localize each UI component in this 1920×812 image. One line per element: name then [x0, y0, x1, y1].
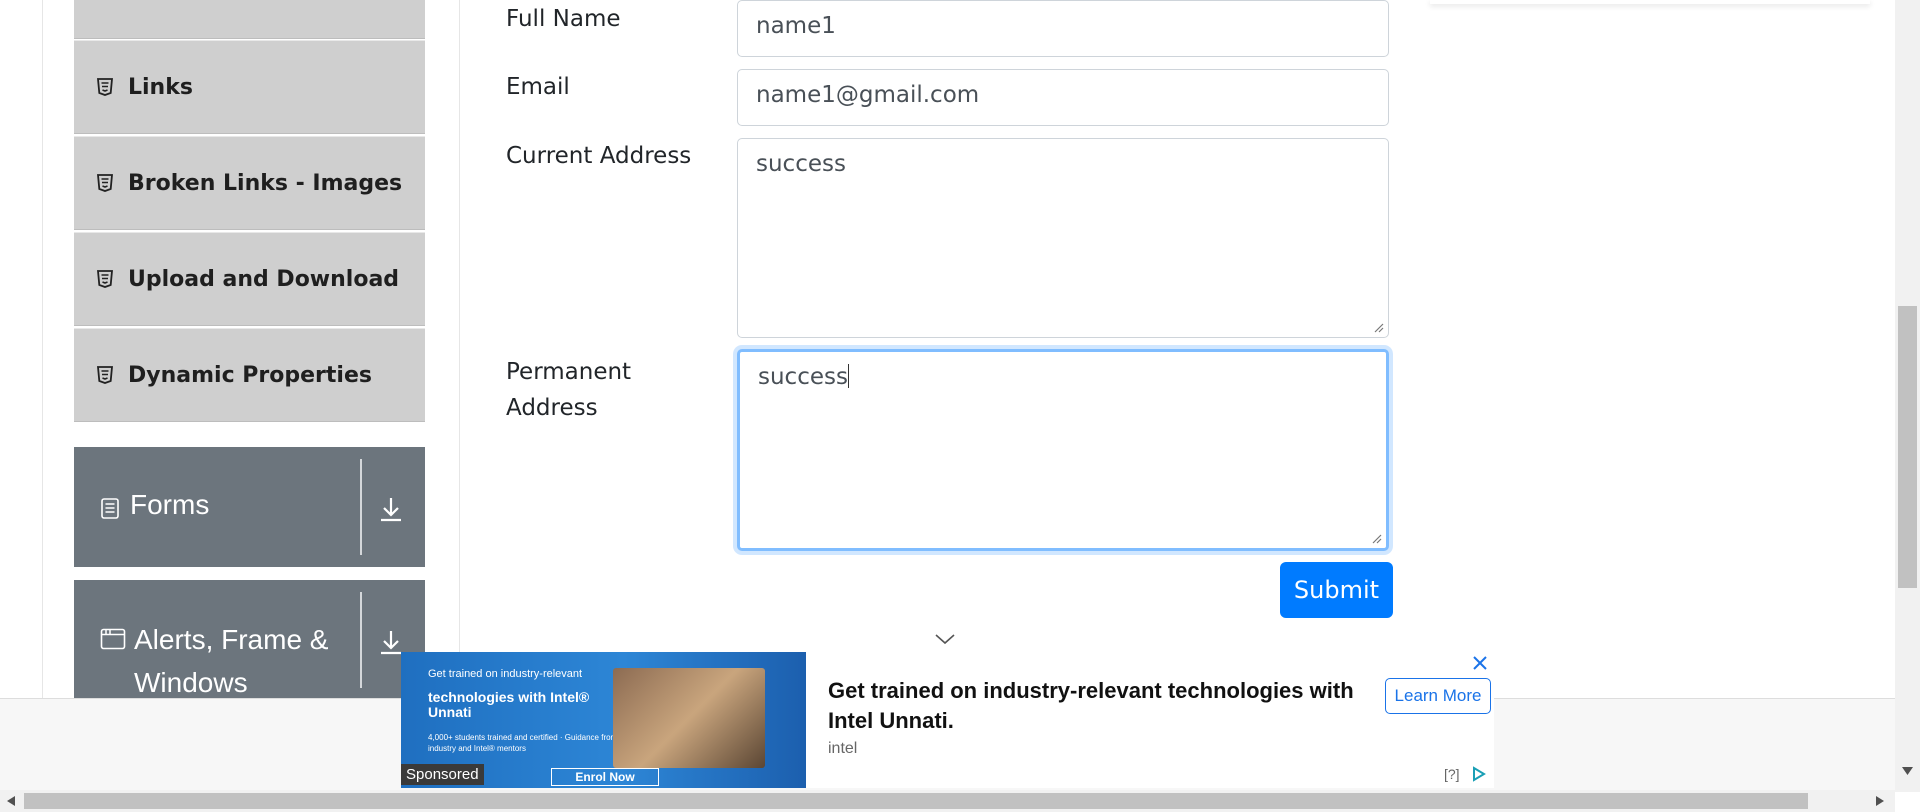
group-title: Forms	[100, 489, 209, 521]
sidebar-item-label: Upload and Download	[128, 266, 400, 292]
ad-info-link[interactable]: [?]	[1444, 766, 1460, 782]
email-value: name1@gmail.com	[756, 82, 980, 108]
content-divider	[459, 0, 460, 698]
html5-icon	[97, 174, 113, 192]
submit-button[interactable]: Submit	[1280, 562, 1393, 618]
permanent-address-label: Permanent Address	[506, 354, 631, 426]
full-name-field[interactable]: name1	[737, 0, 1389, 57]
email-field[interactable]: name1@gmail.com	[737, 69, 1389, 126]
ad-image-text-detail: 4,000+ students trained and certified · …	[428, 733, 618, 753]
sidebar-item-upload-download[interactable]: Upload and Download	[74, 232, 425, 326]
permanent-address-value: success	[758, 364, 848, 390]
sidebar-item-label: Dynamic Properties	[128, 362, 372, 388]
ad-headline[interactable]: Get trained on industry-relevant technol…	[828, 676, 1368, 736]
ad-enrol-button[interactable]: Enrol Now	[551, 768, 659, 786]
sidebar-item-label: Broken Links - Images	[128, 170, 403, 196]
sidebar-item-dynamic-properties[interactable]: Dynamic Properties	[74, 328, 425, 422]
document-icon	[101, 498, 119, 519]
header-shadow	[1430, 0, 1870, 4]
html5-icon	[97, 270, 113, 288]
current-address-value: success	[756, 151, 846, 177]
current-address-label: Current Address	[506, 143, 692, 169]
vertical-scrollbar[interactable]	[1895, 0, 1920, 792]
group-separator	[360, 592, 362, 688]
horizontal-scrollbar[interactable]	[0, 790, 1895, 812]
full-name-value: name1	[756, 13, 836, 39]
resize-handle-icon[interactable]	[1370, 532, 1382, 544]
ad-image-text-small: Get trained on industry-relevant	[428, 668, 583, 680]
window-icon	[100, 628, 126, 650]
sponsored-label: Sponsored	[401, 764, 484, 785]
scroll-down-arrow-icon[interactable]	[1901, 766, 1914, 776]
horizontal-scroll-thumb[interactable]	[24, 793, 1808, 809]
sidebar-item-buttons-partial[interactable]	[74, 0, 425, 39]
email-label: Email	[506, 74, 570, 100]
resize-handle-icon[interactable]	[1372, 321, 1384, 333]
sidebar-item-label: Links	[128, 74, 193, 100]
scroll-right-arrow-icon[interactable]	[1875, 795, 1885, 807]
download-icon[interactable]	[378, 495, 404, 523]
group-title: Alerts, Frame & Windows	[100, 618, 328, 704]
html5-icon	[97, 366, 113, 384]
full-name-label: Full Name	[506, 6, 621, 32]
ad-photo	[613, 668, 765, 768]
current-address-field[interactable]: success	[737, 138, 1389, 338]
sidebar-item-links[interactable]: Links	[74, 40, 425, 134]
vertical-scroll-thumb[interactable]	[1898, 306, 1917, 588]
close-icon[interactable]	[1471, 654, 1489, 672]
sidebar-group-alerts[interactable]: Alerts, Frame & Windows	[74, 580, 425, 710]
sponsored-ad[interactable]: Get trained on industry-relevant technol…	[401, 652, 1494, 788]
ad-image[interactable]: Get trained on industry-relevant technol…	[401, 652, 806, 788]
group-title-text: Alerts, Frame & Windows	[134, 618, 328, 704]
group-title-line1: Alerts, Frame &	[134, 624, 329, 655]
group-title-text: Forms	[130, 489, 210, 520]
adchoices-icon[interactable]	[1471, 766, 1487, 782]
text-cursor	[847, 364, 849, 388]
ad-image-text-bold: technologies with Intel® Unnati	[428, 689, 590, 720]
group-separator	[360, 459, 362, 555]
permanent-address-field[interactable]: success	[737, 349, 1389, 551]
permanent-address-label-line2: Address	[506, 395, 598, 421]
sidebar-divider-left	[42, 0, 43, 698]
html5-icon	[97, 78, 113, 96]
ad-brand: intel	[828, 740, 858, 757]
sidebar-group-forms[interactable]: Forms	[74, 447, 425, 567]
sidebar-item-broken-links[interactable]: Broken Links - Images	[74, 136, 425, 230]
chevron-down-icon[interactable]	[934, 632, 956, 646]
scroll-left-arrow-icon[interactable]	[6, 795, 16, 807]
permanent-address-label-line1: Permanent	[506, 359, 632, 385]
learn-more-button[interactable]: Learn More	[1385, 678, 1491, 714]
